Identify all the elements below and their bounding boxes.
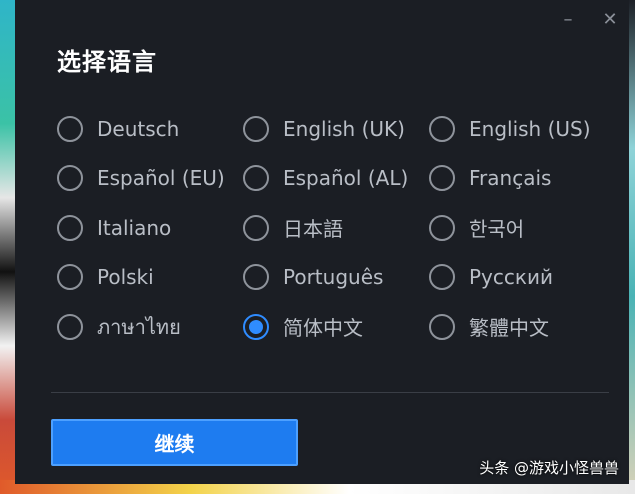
language-option[interactable]: Italiano <box>57 203 243 253</box>
language-option[interactable]: 日本語 <box>243 203 429 253</box>
language-label: Français <box>469 166 552 191</box>
language-label: Español (AL) <box>283 166 409 191</box>
language-label: Italiano <box>97 215 172 240</box>
radio-unselected-icon[interactable] <box>243 115 269 142</box>
radio-unselected-icon[interactable] <box>243 214 269 241</box>
dialog-title: 选择语言 <box>57 48 157 76</box>
radio-unselected-icon[interactable] <box>429 115 455 142</box>
language-option[interactable]: Español (EU) <box>57 154 243 204</box>
language-option[interactable]: 简体中文 <box>243 302 429 352</box>
radio-unselected-icon[interactable] <box>429 313 455 340</box>
window-controls: – ✕ <box>557 8 621 30</box>
language-label: ภาษาไทย <box>97 314 181 339</box>
language-label: 简体中文 <box>283 316 363 341</box>
radio-unselected-icon[interactable] <box>57 115 83 142</box>
language-label: Português <box>283 265 384 290</box>
radio-dot-icon <box>249 319 263 334</box>
radio-unselected-icon[interactable] <box>57 214 83 241</box>
language-option[interactable]: Polski <box>57 253 243 303</box>
radio-unselected-icon[interactable] <box>57 165 83 192</box>
close-icon[interactable]: ✕ <box>599 8 621 30</box>
language-option[interactable]: Español (AL) <box>243 154 429 204</box>
language-option[interactable]: Português <box>243 253 429 303</box>
radio-unselected-icon[interactable] <box>57 264 83 291</box>
language-label: Español (EU) <box>97 166 225 191</box>
language-option[interactable]: ภาษาไทย <box>57 302 243 352</box>
background-art-left <box>0 0 16 494</box>
language-label: Русский <box>469 265 553 290</box>
divider <box>51 392 609 393</box>
radio-unselected-icon[interactable] <box>429 264 455 291</box>
language-option[interactable]: 繁體中文 <box>429 302 615 352</box>
radio-unselected-icon[interactable] <box>243 165 269 192</box>
language-label: Deutsch <box>97 116 180 141</box>
language-label: English (US) <box>469 116 591 141</box>
language-option[interactable]: Deutsch <box>57 104 243 154</box>
language-option[interactable]: Français <box>429 154 615 204</box>
radio-unselected-icon[interactable] <box>429 165 455 192</box>
watermark: 头条 @游戏小怪兽兽 <box>479 459 619 477</box>
language-label: Polski <box>97 265 154 290</box>
language-options: Deutsch English (UK) English (US) Español (… <box>57 104 617 352</box>
radio-unselected-icon[interactable] <box>243 264 269 291</box>
radio-unselected-icon[interactable] <box>57 313 83 340</box>
radio-unselected-icon[interactable] <box>429 214 455 241</box>
language-option[interactable]: Русский <box>429 253 615 303</box>
language-option[interactable]: English (UK) <box>243 104 429 154</box>
language-option[interactable]: English (US) <box>429 104 615 154</box>
radio-selected-icon[interactable] <box>243 313 269 340</box>
language-label: 繁體中文 <box>469 316 549 341</box>
language-label: 日本語 <box>283 217 343 242</box>
language-label: English (UK) <box>283 116 405 141</box>
minimize-icon[interactable]: – <box>557 8 579 30</box>
background-art-right <box>629 0 635 494</box>
language-option[interactable]: 한국어 <box>429 203 615 253</box>
language-label: 한국어 <box>469 217 525 242</box>
continue-button[interactable]: 继续 <box>51 419 298 466</box>
language-dialog: – ✕ 选择语言 Deutsch English (UK) English (US)… <box>15 0 629 484</box>
